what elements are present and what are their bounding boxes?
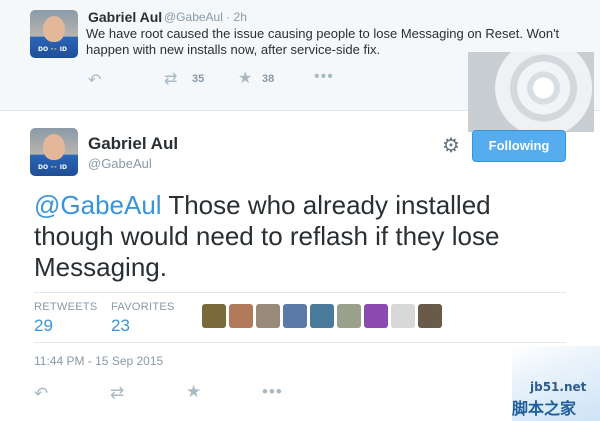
following-button[interactable]: Following xyxy=(472,130,566,162)
parent-handle-time[interactable]: @GabeAul · 2h xyxy=(164,10,247,24)
favoriter-avatar[interactable] xyxy=(364,304,388,328)
favoriter-avatar[interactable] xyxy=(283,304,307,328)
gear-icon[interactable]: ⚙ xyxy=(440,135,462,157)
mention-link[interactable]: @GabeAul xyxy=(34,190,162,220)
more-icon[interactable]: ••• xyxy=(314,68,334,86)
favoriter-avatar[interactable] xyxy=(256,304,280,328)
swirl-image xyxy=(468,52,594,132)
avatar-tag: DO 👓 ID xyxy=(38,46,67,53)
retweets-label[interactable]: RETWEETS xyxy=(34,301,98,313)
parent-author-name[interactable]: Gabriel Aul xyxy=(88,9,162,25)
main-avatar[interactable]: DO 👓 ID xyxy=(30,128,78,176)
divider xyxy=(34,342,566,343)
favoriter-avatar[interactable] xyxy=(337,304,361,328)
reply-icon[interactable]: ↶ xyxy=(34,384,48,404)
tweet-timestamp[interactable]: 11:44 PM - 15 Sep 2015 xyxy=(34,354,163,368)
retweet-icon[interactable]: ⇄ xyxy=(110,383,124,403)
parent-favorite-count: 38 xyxy=(262,73,275,85)
favorites-label[interactable]: FAVORITES xyxy=(111,301,175,313)
watermark-site: jb51.net xyxy=(530,380,587,394)
avatar-tag: DO 👓 ID xyxy=(38,164,67,171)
more-icon[interactable]: ••• xyxy=(262,382,283,402)
divider xyxy=(34,292,566,293)
parent-retweet-count: 35 xyxy=(192,73,205,85)
favorite-icon[interactable]: ★ xyxy=(238,68,252,88)
favorite-icon[interactable]: ★ xyxy=(186,382,201,402)
favoriter-avatar[interactable] xyxy=(418,304,442,328)
favoriter-avatar[interactable] xyxy=(391,304,415,328)
favoriter-avatar[interactable] xyxy=(310,304,334,328)
parent-avatar[interactable]: DO 👓 ID xyxy=(30,10,78,58)
retweet-icon[interactable]: ⇄ xyxy=(164,69,177,89)
main-tweet-text: @GabeAul Those who already installed tho… xyxy=(34,190,574,283)
avatar-face xyxy=(43,134,65,160)
watermark-brand: 脚本之家 xyxy=(512,399,577,418)
main-author-handle[interactable]: @GabeAul xyxy=(88,156,152,171)
reply-icon[interactable]: ↶ xyxy=(88,70,101,90)
avatar-face xyxy=(43,16,65,42)
favoriter-avatar[interactable] xyxy=(229,304,253,328)
retweets-value[interactable]: 29 xyxy=(34,316,53,336)
favoriter-avatar[interactable] xyxy=(202,304,226,328)
favorites-value[interactable]: 23 xyxy=(111,316,130,336)
main-author-name[interactable]: Gabriel Aul xyxy=(88,134,178,154)
